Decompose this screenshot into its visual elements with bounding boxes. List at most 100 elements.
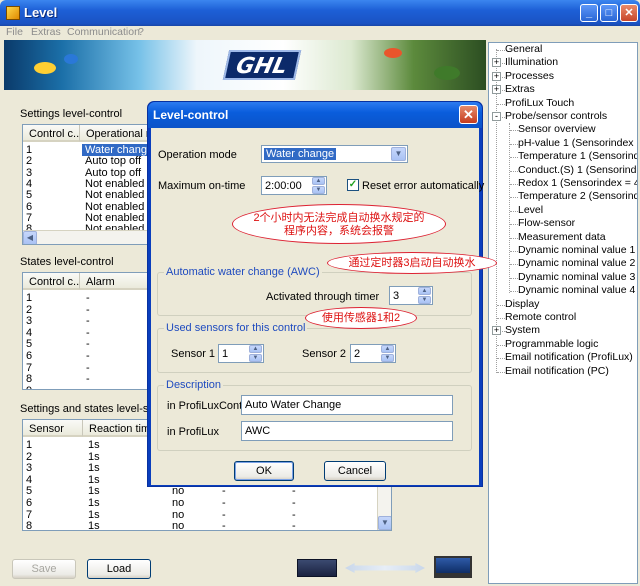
tree-item[interactable]: System [505, 324, 540, 337]
column-header[interactable]: Operational mo [80, 125, 151, 142]
table-row[interactable]: 5- [23, 338, 151, 350]
spin-up-icon[interactable]: ▲ [381, 345, 394, 353]
dialog-titlebar[interactable]: Level-control ✕ [148, 102, 482, 128]
scroll-left-arrow[interactable]: ◀ [23, 231, 37, 244]
maximize-button[interactable]: □ [600, 4, 618, 22]
tree-item[interactable]: Processes [505, 70, 554, 83]
sensor2-value: 2 [354, 348, 361, 360]
settings-level-control-table[interactable]: Control c... Operational mo 1 Water chang… [22, 124, 152, 245]
desc-profilux-input[interactable]: AWC [241, 421, 453, 441]
load-button[interactable]: Load [87, 559, 151, 579]
spin-down-icon[interactable]: ▼ [381, 354, 394, 362]
max-on-time-spinner[interactable]: 2:00:00 ▲ ▼ [261, 176, 327, 195]
sensor1-spinner[interactable]: 1 ▲ ▼ [218, 344, 264, 363]
table-row[interactable]: 5 1s no - - [23, 485, 377, 497]
tree-item[interactable]: Illumination [505, 56, 558, 69]
table-row[interactable]: 7- [23, 362, 151, 374]
expand-icon[interactable]: + [492, 71, 501, 81]
tree-item[interactable]: Probe/sensor controls [505, 110, 607, 123]
save-button[interactable]: Save [12, 559, 76, 579]
spin-down-icon[interactable]: ▼ [312, 186, 325, 194]
reset-error-checkbox[interactable]: ✓ [347, 179, 359, 191]
table-row[interactable]: 3- [23, 315, 151, 327]
column-header[interactable]: Control c... [23, 273, 80, 290]
minimize-button[interactable]: _ [580, 4, 598, 22]
desc-control-input[interactable]: Auto Water Change [241, 395, 453, 415]
table-row[interactable]: 1 Water change [23, 144, 151, 156]
column-header[interactable]: Alarm [80, 273, 151, 290]
table-row[interactable]: 8 1s no - - [23, 520, 377, 530]
laptop-icon [434, 556, 472, 578]
table-row[interactable]: 4- [23, 327, 151, 339]
expand-icon[interactable]: + [492, 58, 501, 68]
tree-item[interactable]: Email notification (ProfiLux) [505, 351, 633, 364]
tree-line [510, 170, 518, 172]
menu-file[interactable]: File [6, 26, 23, 38]
table-row[interactable]: 3 Auto top off [23, 167, 151, 179]
close-button[interactable]: ✕ [620, 4, 638, 22]
tree-item[interactable]: Temperature 1 (Sensorindex = 2) [518, 150, 637, 163]
table-row[interactable]: 6 1s no - - [23, 497, 377, 509]
tree-item[interactable]: Remote control [505, 311, 576, 324]
ok-button[interactable]: OK [234, 461, 294, 481]
collapse-icon[interactable]: - [492, 112, 501, 121]
table-row[interactable]: 8- [23, 373, 151, 385]
table-row[interactable]: 6 Not enabled [23, 200, 151, 213]
spin-up-icon[interactable]: ▲ [312, 177, 325, 185]
horizontal-scrollbar[interactable]: ◀ [23, 230, 151, 244]
tree-item[interactable]: Measurement data [518, 231, 606, 244]
expand-icon[interactable]: + [492, 326, 501, 336]
states-level-control-table[interactable]: Control c... Alarm 1-2-3-4-5-6-7-8-9- [22, 272, 152, 390]
spin-down-icon[interactable]: ▼ [418, 296, 431, 304]
cell-control-id: 6 [26, 200, 33, 213]
table-row[interactable]: 7 1s no - - [23, 509, 377, 521]
dialog-close-button[interactable]: ✕ [459, 105, 478, 124]
scroll-down-arrow[interactable]: ▼ [378, 516, 391, 530]
level-control-dialog[interactable]: Level-control ✕ Operation mode Water cha… [147, 101, 484, 487]
tree-item[interactable]: Display [505, 298, 539, 311]
table-row[interactable]: 4 Not enabled [23, 178, 151, 190]
timer-spinner[interactable]: 3 ▲ ▼ [389, 286, 433, 305]
cell-value: no [172, 497, 185, 509]
tree-item[interactable]: Temperature 2 (Sensorindex = 5) [518, 190, 637, 203]
spin-up-icon[interactable]: ▲ [249, 345, 262, 353]
column-header[interactable]: Sensor [23, 420, 83, 437]
tree-item[interactable]: Programmable logic [505, 338, 598, 351]
table-row[interactable]: 6- [23, 350, 151, 362]
menu-extras[interactable]: Extras [31, 26, 61, 38]
table-row[interactable]: 1- [23, 292, 151, 304]
tree-item[interactable]: Redox 1 (Sensorindex = 4) [518, 177, 637, 190]
tree-item[interactable]: Dynamic nominal value 1 [518, 244, 635, 257]
menu-communication[interactable]: Communication [67, 26, 140, 38]
table-row[interactable]: 2- [23, 304, 151, 316]
operation-mode-select[interactable]: Water change ▼ [261, 145, 408, 163]
expand-icon[interactable]: + [492, 85, 501, 95]
spin-up-icon[interactable]: ▲ [418, 287, 431, 295]
tree-item[interactable]: ProfiLux Touch [505, 97, 574, 110]
tree-line [497, 103, 505, 105]
tree-item[interactable]: Conduct.(S) 1 (Sensorindex = 3) [518, 164, 637, 177]
table-row[interactable]: 5 Not enabled [23, 189, 151, 201]
menu-help[interactable]: ? [138, 26, 144, 38]
spin-down-icon[interactable]: ▼ [249, 354, 262, 362]
table-row[interactable]: 2 Auto top off [23, 155, 151, 167]
tree-item[interactable]: Dynamic nominal value 4 [518, 284, 635, 297]
table-row[interactable]: 7 Not enabled [23, 212, 151, 224]
table-row[interactable]: 9- [23, 385, 151, 389]
tree-item[interactable]: General [505, 43, 542, 56]
tree-item[interactable]: Email notification (PC) [505, 365, 609, 378]
tree-item[interactable]: Level [518, 204, 543, 217]
tree-item[interactable]: Dynamic nominal value 2 [518, 257, 635, 270]
sensor2-spinner[interactable]: 2 ▲ ▼ [350, 344, 396, 363]
tree-item[interactable]: Dynamic nominal value 3 [518, 271, 635, 284]
column-header[interactable]: Control c... [23, 125, 80, 142]
tree-item[interactable]: Flow-sensor [518, 217, 575, 230]
cancel-button[interactable]: Cancel [324, 461, 386, 481]
chevron-down-icon[interactable]: ▼ [391, 147, 406, 161]
tree-item[interactable]: Extras [505, 83, 535, 96]
fish-image [64, 54, 78, 64]
tree-item[interactable]: Sensor overview [518, 123, 596, 136]
navigation-tree[interactable]: General + Illumination + Processes + Extras Pro… [488, 42, 638, 584]
tree-item[interactable]: pH-value 1 (Sensorindex = 1) [518, 137, 637, 150]
window-titlebar[interactable]: Level _ □ ✕ [0, 0, 640, 26]
